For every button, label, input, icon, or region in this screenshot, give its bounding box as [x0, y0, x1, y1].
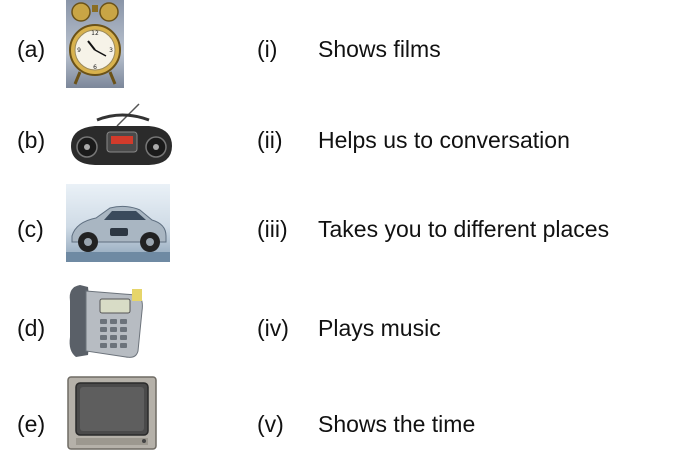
use-text-iii: Takes you to different places [318, 216, 610, 242]
use-numeral-iii: (iii) [257, 216, 288, 242]
svg-text:12: 12 [91, 30, 99, 37]
item-label-d: (d) [17, 315, 46, 341]
use-numeral-v: (v) [257, 411, 284, 437]
television-icon [66, 375, 158, 451]
svg-text:6: 6 [93, 64, 97, 71]
item-label-a: (a) [17, 36, 46, 62]
item-label-c: (c) [17, 216, 44, 242]
item-label-b: (b) [17, 127, 46, 153]
use-numeral-iv: (iv) [257, 315, 289, 341]
use-text-ii: Helps us to conversation [318, 127, 570, 153]
use-numeral-ii: (ii) [257, 127, 283, 153]
use-text-iv: Plays music [318, 315, 441, 341]
matching-worksheet: { "items": [ {"label": "(a)", "picture":… [0, 0, 691, 451]
alarm-clock-icon: 12 3 6 9 [66, 0, 124, 88]
telephone-icon [66, 281, 146, 361]
radio-icon [67, 102, 176, 170]
car-icon [66, 184, 170, 262]
svg-text:3: 3 [109, 47, 113, 54]
use-text-v: Shows the time [318, 411, 476, 437]
use-numeral-i: (i) [257, 36, 278, 62]
svg-text:9: 9 [77, 47, 81, 54]
use-text-i: Shows films [318, 36, 441, 62]
item-label-e: (e) [17, 411, 46, 437]
